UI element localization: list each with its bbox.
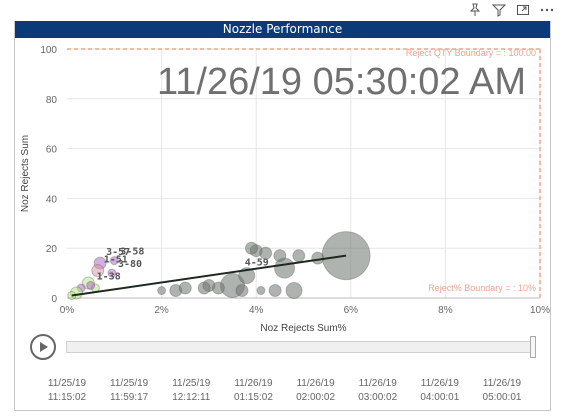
data-point [273,249,287,263]
data-point [157,286,167,296]
timeline-tick-date: 11/26/19 [482,378,522,389]
data-point [311,251,325,265]
reject-qty-boundary-label: Reject QTY Boundary = : 100.00 [406,48,536,58]
x-axis-title: Noz Rejects Sum% [260,323,346,334]
timeline-tick-label: 11/26/19 02:00:02 [286,377,346,405]
timeline-tick-time: 11:15:02 [47,392,87,403]
timeline-tick-label: 11/26/19 04:00:01 [410,377,470,405]
scatter-chart: 0% 2% 4% 6% 8% 10% 0 20 40 60 80 100 Noz Rejects Sum… [20,45,550,334]
y-tick-label: 100 [40,45,57,56]
timeline-tick-time: 11:59:17 [110,392,149,403]
timeline-tick-label: 11/25/19 12:12:11 [161,377,221,405]
timeline-tick-label: 11/25/19 11:59:17 [99,377,159,405]
timeline-tick-time: 12:12:11 [172,392,211,403]
y-axis-title: Noz Rejects Sum [20,135,31,212]
play-axis-timestamp: 11/26/19 05:30:02 AM [157,61,526,103]
data-point-label: 1-38 [97,272,121,283]
timeline-tick-label: 11/25/19 11:15:02 [37,377,97,405]
timeline-tick-label: 11/26/19 01:15:02 [223,377,283,405]
timeline-tick-time: 04:00:01 [420,392,460,403]
timeline-tick-date: 11/26/19 [420,378,459,389]
data-point [86,281,96,291]
timeline-tick-time: 01:15:02 [233,392,273,403]
y-tick-label: 20 [46,244,58,255]
y-tick-label: 40 [46,194,58,205]
timeline-tick-date: 11/26/19 [234,378,273,389]
play-icon [40,342,48,352]
data-point [292,249,306,263]
timeline-tick-date: 11/25/19 [110,378,149,389]
data-point [285,282,303,300]
data-point-label: 3-80 [118,259,142,270]
timeline-tick-date: 11/25/19 [172,378,211,389]
x-tick-label: 0% [60,305,75,316]
x-tick-label: 6% [344,305,359,316]
data-point [197,281,211,295]
data-point [235,284,249,298]
data-point [268,284,282,298]
data-point [244,241,258,255]
data-point [211,281,225,295]
x-tick-label: 8% [438,305,453,316]
timeline-tick-time: 03:00:02 [358,392,398,403]
data-point [321,231,371,281]
timeline-handle[interactable] [530,336,536,358]
y-tick-label: 80 [46,95,58,106]
timeline-tick-time: 05:00:01 [482,392,522,403]
y-tick-label: 0 [51,294,57,305]
timeline-tick-date: 11/26/19 [358,378,397,389]
y-tick-label: 60 [46,145,58,156]
play-button[interactable] [30,334,56,360]
timeline-tick-date: 11/26/19 [296,378,335,389]
reject-pct-boundary-label: Reject% Boundary = : 10% [428,283,536,293]
data-point [256,286,266,296]
x-tick-label: 4% [249,305,264,316]
x-tick-label: 2% [154,305,169,316]
x-tick-label: 10% [530,305,550,316]
timeline-tick-time: 02:00:02 [296,392,336,403]
timeline-tick-label: 11/26/19 05:00:01 [472,377,532,405]
timeline-tick-label: 11/26/19 03:00:02 [348,377,408,405]
timeline-slider[interactable] [66,341,533,353]
data-point [178,281,192,295]
timeline-tick-date: 11/25/19 [47,378,87,389]
